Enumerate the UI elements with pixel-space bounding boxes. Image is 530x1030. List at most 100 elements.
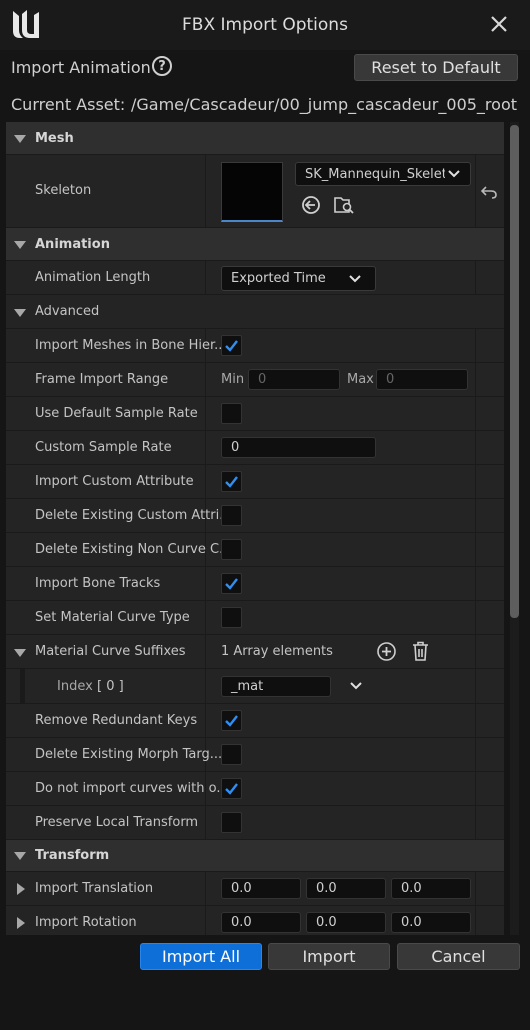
animation-length-dropdown[interactable]: Exported Time	[221, 266, 376, 291]
property-skeleton: Skeleton SK_Mannequin_Skeleto	[6, 155, 504, 228]
rotation-z-input[interactable]: 0.0	[391, 912, 471, 933]
property-label: Use Default Sample Rate	[35, 406, 198, 421]
frame-min-input[interactable]: 0	[248, 369, 340, 390]
property-import-meshes-bone-hierarchy: Import Meshes in Bone Hier...	[6, 329, 504, 363]
import-bone-tracks-checkbox[interactable]	[221, 573, 242, 594]
header-bar: Import Animation ? Reset to Default	[0, 50, 530, 86]
array-count: 1 Array elements	[221, 644, 333, 659]
import-meshes-bone-checkbox[interactable]	[221, 335, 242, 356]
chevron-down-icon	[349, 275, 361, 283]
property-label: Import Bone Tracks	[35, 576, 161, 591]
index-number: [ 0 ]	[97, 679, 124, 694]
title-bar: FBX Import Options	[0, 0, 530, 50]
checkmark-icon	[225, 715, 238, 727]
import-all-button[interactable]: Import All	[140, 943, 262, 970]
chevron-down-icon[interactable]	[350, 682, 362, 690]
property-material-curve-suffixes: Material Curve Suffixes 1 Array elements	[6, 635, 504, 669]
reset-arrow-icon[interactable]	[481, 185, 497, 199]
collapse-arrow-icon[interactable]	[14, 135, 26, 143]
checkmark-icon	[225, 340, 238, 352]
property-label: Frame Import Range	[35, 372, 169, 387]
details-panel: Mesh Skeleton SK_Mannequin_Skeleto Anima…	[6, 122, 504, 935]
category-label: Mesh	[35, 131, 74, 146]
collapse-arrow-icon[interactable]	[14, 852, 26, 860]
skeleton-value: SK_Mannequin_Skeleto	[305, 167, 445, 182]
collapse-arrow-icon[interactable]	[14, 241, 26, 249]
property-label: Delete Existing Custom Attri...	[35, 508, 232, 523]
category-transform[interactable]: Transform	[6, 840, 504, 872]
frame-max-input[interactable]: 0	[376, 369, 468, 390]
property-set-material-curve-type: Set Material Curve Type	[6, 601, 504, 635]
category-mesh[interactable]: Mesh	[6, 122, 504, 155]
min-label: Min	[221, 372, 245, 387]
property-delete-existing-non-curve: Delete Existing Non Curve C...	[6, 533, 504, 567]
help-icon[interactable]: ?	[152, 56, 172, 76]
delete-morph-targets-checkbox[interactable]	[221, 744, 242, 765]
property-preserve-local-transform: Preserve Local Transform	[6, 806, 504, 840]
property-animation-length: Animation Length Exported Time	[6, 261, 504, 295]
delete-non-curve-checkbox[interactable]	[221, 539, 242, 560]
property-frame-import-range: Frame Import Range Min 0 Max 0	[6, 363, 504, 397]
property-label: Preserve Local Transform	[35, 815, 199, 830]
preserve-local-transform-checkbox[interactable]	[221, 812, 242, 833]
translation-z-input[interactable]: 0.0	[391, 878, 471, 899]
translation-x-input[interactable]: 0.0	[221, 878, 301, 899]
use-selected-asset-icon[interactable]	[301, 195, 321, 215]
add-element-icon[interactable]	[376, 641, 397, 662]
delete-custom-attribute-checkbox[interactable]	[221, 505, 242, 526]
index-label: Index	[57, 679, 93, 694]
skeleton-thumbnail	[221, 162, 283, 222]
property-label: Import Custom Attribute	[35, 474, 194, 489]
property-label: Delete Existing Non Curve C...	[35, 542, 232, 557]
current-asset-bar: Current Asset: /Game/Cascadeur/00_jump_c…	[0, 90, 530, 118]
property-label: Material Curve Suffixes	[35, 644, 186, 659]
suffix-input[interactable]: _mat	[221, 676, 331, 697]
property-import-custom-attribute: Import Custom Attribute	[6, 465, 504, 499]
property-import-bone-tracks: Import Bone Tracks	[6, 567, 504, 601]
cancel-button[interactable]: Cancel	[397, 943, 520, 970]
translation-y-input[interactable]: 0.0	[306, 878, 386, 899]
scrollbar[interactable]	[510, 122, 519, 935]
property-array-index-0: Index [ 0 ] _mat	[6, 669, 504, 704]
use-default-sample-rate-checkbox[interactable]	[221, 403, 242, 424]
property-delete-existing-custom-attribute: Delete Existing Custom Attri...	[6, 499, 504, 533]
collapse-arrow-icon[interactable]	[14, 309, 26, 317]
property-label: Do not import curves with o...	[35, 781, 229, 796]
rotation-x-input[interactable]: 0.0	[221, 912, 301, 933]
import-custom-attribute-checkbox[interactable]	[221, 471, 242, 492]
remove-redundant-keys-checkbox[interactable]	[221, 710, 242, 731]
property-delete-existing-morph-targets: Delete Existing Morph Targ...	[6, 738, 504, 772]
category-label: Animation	[35, 237, 110, 252]
custom-sample-rate-input[interactable]: 0	[221, 437, 376, 458]
group-advanced[interactable]: Advanced	[6, 295, 504, 329]
property-label: Import Translation	[35, 881, 154, 896]
import-button[interactable]: Import	[268, 943, 390, 970]
expand-arrow-icon[interactable]	[17, 917, 25, 929]
chevron-down-icon	[448, 170, 460, 178]
property-remove-redundant-keys: Remove Redundant Keys	[6, 704, 504, 738]
property-label: Set Material Curve Type	[35, 610, 190, 625]
animation-length-value: Exported Time	[231, 271, 326, 286]
property-label: Remove Redundant Keys	[35, 713, 198, 728]
group-label: Advanced	[35, 304, 100, 319]
do-not-import-curves-checkbox[interactable]	[221, 778, 242, 799]
reset-to-default-button[interactable]: Reset to Default	[354, 54, 518, 81]
close-icon[interactable]	[488, 13, 510, 35]
set-material-curve-type-checkbox[interactable]	[221, 607, 242, 628]
collapse-arrow-icon[interactable]	[14, 649, 26, 657]
current-asset-path: /Game/Cascadeur/00_jump_cascadeur_005_ro…	[131, 95, 517, 114]
skeleton-dropdown[interactable]: SK_Mannequin_Skeleto	[295, 162, 471, 186]
property-label: Custom Sample Rate	[35, 440, 172, 455]
browse-asset-icon[interactable]	[333, 195, 355, 215]
property-custom-sample-rate: Custom Sample Rate 0	[6, 431, 504, 465]
checkmark-icon	[225, 476, 238, 488]
property-use-default-sample-rate: Use Default Sample Rate	[6, 397, 504, 431]
current-asset-label: Current Asset:	[11, 95, 126, 114]
rotation-y-input[interactable]: 0.0	[306, 912, 386, 933]
scrollbar-thumb[interactable]	[510, 125, 519, 618]
property-import-translation: Import Translation 0.0 0.0 0.0	[6, 872, 504, 906]
expand-arrow-icon[interactable]	[17, 883, 25, 895]
trash-icon[interactable]	[411, 641, 430, 662]
property-do-not-import-curves: Do not import curves with o...	[6, 772, 504, 806]
category-animation[interactable]: Animation	[6, 228, 504, 261]
